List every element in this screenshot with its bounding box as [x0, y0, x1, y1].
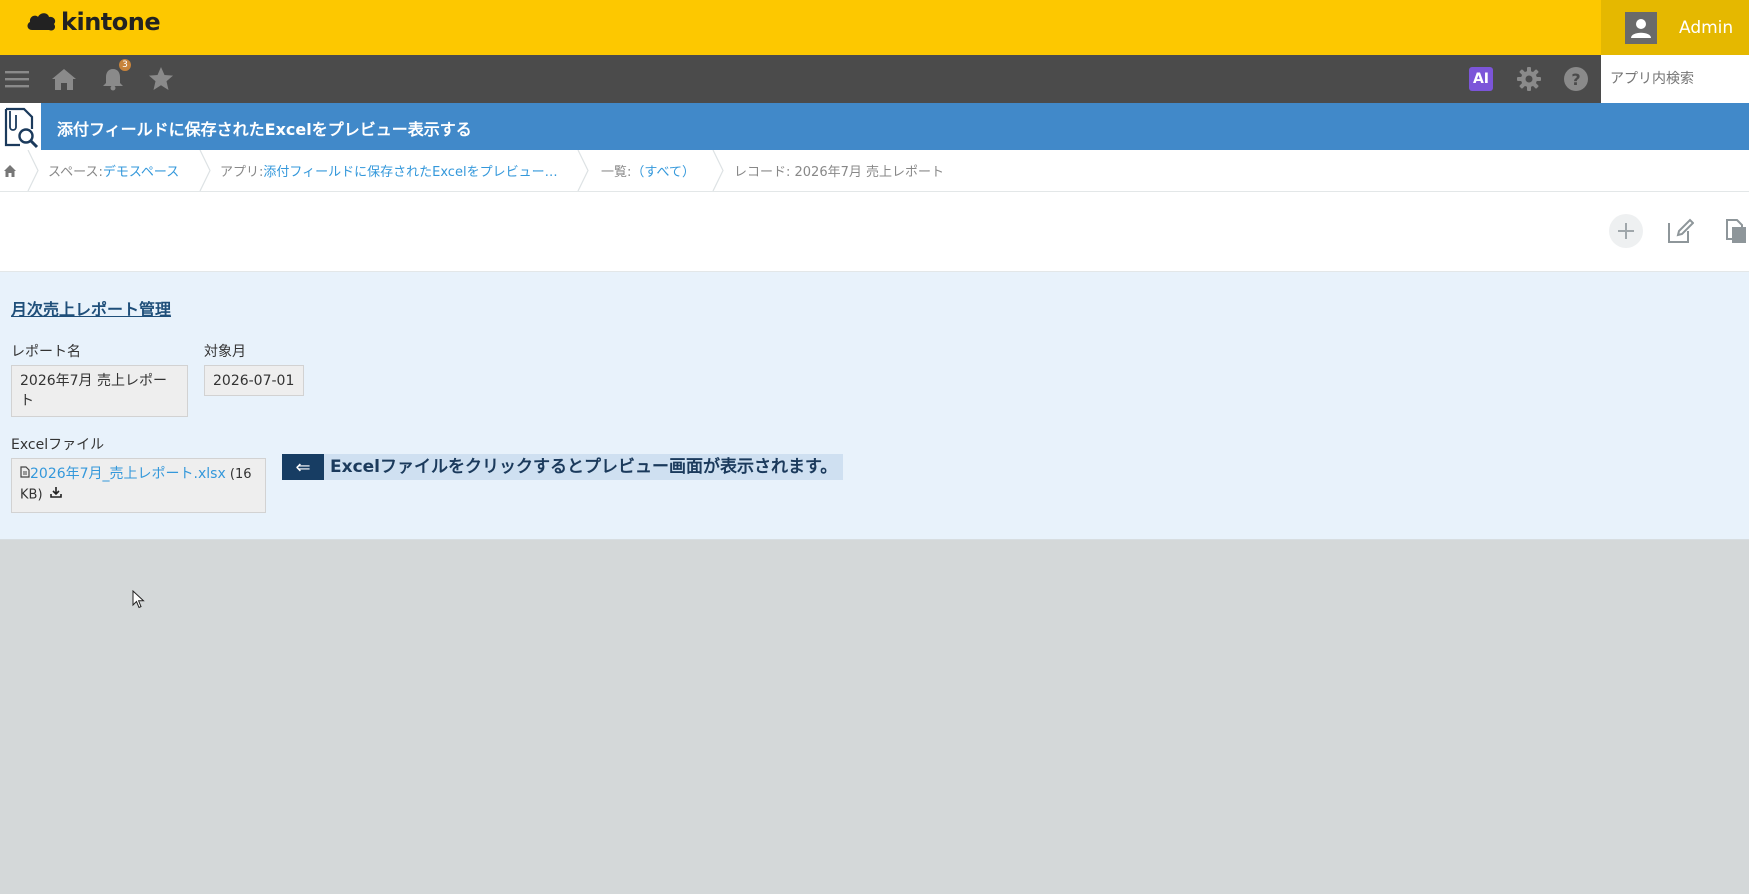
svg-text:?: ? — [1571, 70, 1580, 89]
excel-file-label: Excelファイル — [11, 437, 105, 453]
breadcrumb-separator — [199, 150, 211, 191]
breadcrumb-list-link[interactable]: （すべて） — [631, 161, 695, 180]
report-name-line1: 2026年7月 売上レポー — [20, 373, 167, 389]
section-title: 月次売上レポート管理 — [11, 300, 172, 319]
breadcrumb-space-link[interactable]: デモスペース — [103, 161, 179, 180]
app-header: 添付フィールドに保存されたExcelをプレビュー表示する — [0, 103, 1749, 150]
report-name-line2: ト — [20, 393, 34, 409]
excel-file-value: 2026年7月_売上レポート.xlsx (16 KB) — [11, 458, 266, 513]
edit-record-icon[interactable] — [1663, 214, 1697, 248]
app-title: 添付フィールドに保存されたExcelをプレビュー表示する — [57, 120, 472, 139]
target-month-value: 2026-07-01 — [204, 365, 304, 396]
notification-badge: 3 — [119, 59, 131, 71]
record-toolbar — [0, 192, 1749, 272]
breadcrumb: スペース: デモスペース アプリ: 添付フィールドに保存されたExcelをプレビ… — [0, 150, 1749, 192]
breadcrumb-app[interactable]: アプリ: 添付フィールドに保存されたExcelをプレビュー… — [220, 150, 558, 191]
preview-hint: ⇐ Excelファイルをクリックするとプレビュー画面が表示されます。 — [282, 454, 844, 480]
cloud-logo-icon — [26, 10, 58, 34]
hamburger-menu-icon[interactable] — [3, 65, 31, 93]
kintone-logo[interactable]: kintone — [26, 8, 161, 36]
target-month-label: 対象月 — [204, 344, 246, 360]
home-icon[interactable] — [50, 65, 78, 93]
user-avatar-icon — [1625, 11, 1657, 44]
breadcrumb-separator — [712, 150, 724, 191]
notification-bell-icon[interactable]: 3 — [99, 59, 131, 93]
breadcrumb-separator — [27, 150, 39, 191]
brand-name: kintone — [61, 8, 161, 36]
file-icon — [20, 465, 30, 485]
duplicate-record-icon[interactable] — [1718, 214, 1749, 248]
breadcrumb-app-prefix: アプリ: — [220, 165, 264, 180]
left-arrow-icon: ⇐ — [282, 454, 324, 480]
record-detail: 月次売上レポート管理 レポート名 2026年7月 売上レポー ト 対象月 202… — [0, 272, 1749, 540]
app-search-input[interactable] — [1601, 55, 1749, 103]
excel-file-link[interactable]: 2026年7月_売上レポート.xlsx — [30, 466, 226, 482]
download-icon[interactable] — [49, 485, 62, 505]
mouse-cursor-icon — [132, 590, 145, 609]
help-icon[interactable]: ? — [1562, 65, 1590, 93]
app-icon[interactable] — [0, 103, 41, 150]
breadcrumb-home-icon[interactable] — [3, 150, 17, 191]
global-nav: 3 AI ? — [0, 55, 1749, 103]
user-name: Admin — [1679, 17, 1734, 38]
settings-gear-icon[interactable] — [1515, 65, 1543, 93]
favorites-star-icon[interactable] — [147, 65, 175, 93]
top-header: kintone Admin — [0, 0, 1749, 55]
file-size: (16 — [225, 467, 252, 482]
preview-hint-text: Excelファイルをクリックするとプレビュー画面が表示されます。 — [324, 454, 844, 480]
breadcrumb-record: レコード: 2026年7月 売上レポート — [734, 165, 944, 180]
ai-label: AI — [1469, 67, 1493, 91]
breadcrumb-list-prefix: 一覧: — [601, 165, 632, 180]
report-name-value: 2026年7月 売上レポー ト — [11, 365, 188, 417]
file-size-unit: KB) — [20, 487, 43, 503]
ai-assistant-icon[interactable]: AI — [1467, 65, 1495, 93]
breadcrumb-app-link[interactable]: 添付フィールドに保存されたExcelをプレビュー… — [263, 161, 557, 180]
breadcrumb-list[interactable]: 一覧: （すべて） — [601, 150, 695, 191]
breadcrumb-space[interactable]: スペース: デモスペース — [48, 150, 179, 191]
breadcrumb-separator — [577, 150, 589, 191]
breadcrumb-space-prefix: スペース: — [48, 165, 103, 180]
report-name-label: レポート名 — [11, 344, 81, 360]
add-record-button[interactable] — [1609, 214, 1643, 248]
user-menu[interactable]: Admin — [1601, 0, 1749, 55]
